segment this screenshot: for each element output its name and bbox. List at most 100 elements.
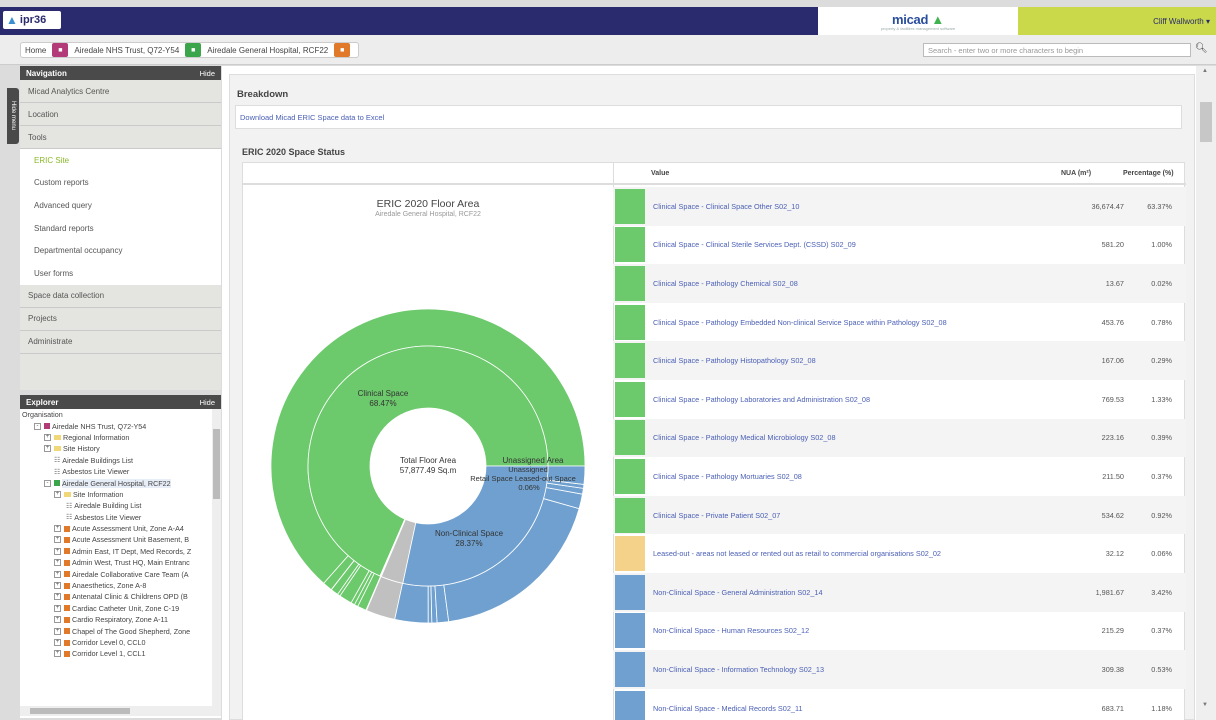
row-label-link[interactable]: Clinical Space - Pathology Mortuaries S0… (653, 472, 1061, 481)
row-label-link[interactable]: Clinical Space - Pathology Histopatholog… (653, 356, 1061, 365)
col-header-nua[interactable]: NUA (m²) (1061, 170, 1091, 177)
tree-row[interactable]: + Admin East, IT Dept, Med Records, Z (20, 546, 212, 557)
nav-sub-departmental-occupancy[interactable]: Departmental occupancy (20, 239, 221, 262)
row-label-link[interactable]: Non-Clinical Space - Medical Records S02… (653, 704, 1061, 713)
tree-row[interactable]: ☷ Airedale Building List (20, 500, 212, 511)
scrollbar-thumb[interactable] (1200, 102, 1212, 142)
tree-row[interactable]: + Acute Assessment Unit, Zone A-A4 (20, 523, 212, 534)
expand-icon[interactable]: + (54, 639, 61, 646)
row-label-link[interactable]: Non-Clinical Space - General Administrat… (653, 588, 1061, 597)
row-label-link[interactable]: Clinical Space - Clinical Space Other S0… (653, 202, 1061, 211)
col-header-percentage[interactable]: Percentage (%) (1123, 170, 1174, 177)
expand-icon[interactable]: + (54, 570, 61, 578)
nav-item-location[interactable]: Location (20, 103, 221, 126)
explorer-hide-button[interactable]: Hide (200, 398, 215, 407)
tree-row[interactable]: - Airedale General Hospital, RCF22 (20, 477, 212, 488)
expand-icon[interactable]: + (54, 490, 61, 498)
ipr36-logo[interactable]: ▲ ipr36 (3, 11, 61, 29)
col-header-value[interactable]: Value (651, 170, 669, 177)
table-row[interactable]: Non-Clinical Space - General Administrat… (613, 573, 1186, 612)
site-icon[interactable]: ■ (185, 43, 202, 57)
scrollbar-thumb[interactable] (213, 429, 220, 499)
tree-row[interactable]: Organisation (20, 409, 212, 420)
scrollbar-thumb[interactable] (30, 708, 130, 714)
user-menu[interactable]: Cliff Wallworth ▾ (1018, 7, 1216, 35)
expand-icon[interactable]: + (54, 593, 61, 601)
tree-row[interactable]: + Cardio Respiratory, Zone A-11 (20, 614, 212, 625)
expand-icon[interactable]: + (54, 627, 61, 635)
tree-row[interactable]: + Antenatal Clinic & Childrens OPD (B (20, 591, 212, 602)
expand-icon[interactable]: + (54, 536, 61, 544)
tree-row[interactable]: ☷ Asbestos Lite Viewer (20, 466, 212, 477)
row-label-link[interactable]: Clinical Space - Clinical Sterile Servic… (653, 240, 1061, 249)
table-row[interactable]: Non-Clinical Space - Information Technol… (613, 650, 1186, 689)
breadcrumb-trust[interactable]: Airedale NHS Trust, Q72-Y54 (70, 46, 183, 55)
tree-row[interactable]: + Corridor Level 1, CCL1 (20, 648, 212, 659)
row-label-link[interactable]: Clinical Space - Pathology Laboratories … (653, 395, 1061, 404)
nav-sub-custom-reports[interactable]: Custom reports (20, 171, 221, 195)
tree-row[interactable]: - Airedale NHS Trust, Q72-Y54 (20, 420, 212, 431)
expand-icon[interactable]: + (54, 604, 61, 612)
tree-row[interactable]: + Regional Information (20, 432, 212, 443)
navigation-hide-button[interactable]: Hide (200, 69, 215, 78)
nav-item-space-data-collection[interactable]: Space data collection (20, 284, 221, 308)
table-row[interactable]: Clinical Space - Pathology Medical Micro… (613, 418, 1186, 458)
table-row[interactable]: Clinical Space - Pathology Histopatholog… (613, 341, 1186, 380)
table-row[interactable]: Clinical Space - Clinical Space Other S0… (613, 187, 1186, 226)
explorer-horizontal-scrollbar[interactable] (20, 706, 221, 716)
expand-icon[interactable]: + (54, 547, 61, 555)
table-row[interactable]: Clinical Space - Pathology Mortuaries S0… (613, 457, 1186, 496)
expand-icon[interactable]: + (44, 445, 51, 453)
tree-row[interactable]: ☷ Asbestos Lite Viewer (20, 512, 212, 523)
tree-row[interactable]: + Corridor Level 0, CCL0 (20, 637, 212, 648)
nav-item-micad-analytics[interactable]: Micad Analytics Centre (20, 80, 221, 103)
breadcrumb-hospital[interactable]: Airedale General Hospital, RCF22 (203, 46, 332, 55)
explorer-vertical-scrollbar[interactable] (212, 409, 221, 706)
table-row[interactable]: Clinical Space - Pathology Chemical S02_… (613, 264, 1186, 303)
table-row[interactable]: Clinical Space - Clinical Sterile Servic… (613, 226, 1186, 265)
expand-icon[interactable]: + (54, 616, 61, 624)
main-scrollbar[interactable]: ▲ ▼ (1196, 66, 1216, 720)
expand-icon[interactable]: + (44, 433, 51, 441)
expand-icon[interactable]: + (54, 525, 61, 533)
tree-row[interactable]: + Cardiac Catheter Unit, Zone C-19 (20, 603, 212, 614)
search-icon[interactable]: 🔍︎ (1195, 43, 1208, 54)
tree-row[interactable]: + Admin West, Trust HQ, Main Entranc (20, 557, 212, 568)
nav-item-projects[interactable]: Projects (20, 307, 221, 331)
table-row[interactable]: Clinical Space - Pathology Laboratories … (613, 380, 1186, 419)
table-row[interactable]: Non-Clinical Space - Medical Records S02… (613, 689, 1186, 720)
tree-row[interactable]: + Airedale Collaborative Care Team (A (20, 568, 212, 579)
tree-row[interactable]: ☷ Airedale Buildings List (20, 455, 212, 466)
nav-sub-user-forms[interactable]: User forms (20, 261, 221, 285)
table-row[interactable]: Leased-out - areas not leased or rented … (613, 534, 1186, 573)
row-label-link[interactable]: Clinical Space - Pathology Medical Micro… (653, 433, 1061, 442)
breadcrumb-home[interactable]: Home (21, 46, 50, 55)
collapse-icon[interactable]: - (44, 479, 51, 487)
expand-icon[interactable]: + (54, 559, 61, 567)
nav-sub-eric-site[interactable]: ERIC Site (20, 149, 221, 172)
download-excel-link[interactable]: Download Micad ERIC Space data to Excel (240, 113, 384, 122)
nav-item-administrate[interactable]: Administrate (20, 330, 221, 354)
building-icon[interactable]: ■ (334, 43, 351, 57)
row-label-link[interactable]: Non-Clinical Space - Human Resources S02… (653, 626, 1061, 635)
table-row[interactable]: Clinical Space - Private Patient S02_07 5… (613, 495, 1186, 535)
row-label-link[interactable]: Leased-out - areas not leased or rented … (653, 549, 1061, 558)
tree-row[interactable]: + Anaesthetics, Zone A-8 (20, 580, 212, 591)
row-label-link[interactable]: Non-Clinical Space - Information Technol… (653, 665, 1061, 674)
tree-row[interactable]: + Chapel of The Good Shepherd, Zone (20, 625, 212, 636)
table-row[interactable]: Clinical Space - Pathology Embedded Non-… (613, 303, 1186, 342)
tree-row[interactable]: + Site Information (20, 489, 212, 500)
row-label-link[interactable]: Clinical Space - Pathology Chemical S02_… (653, 279, 1061, 288)
search-input[interactable]: Search - enter two or more characters to… (923, 43, 1191, 57)
nav-item-tools[interactable]: Tools (20, 126, 221, 149)
row-label-link[interactable]: Clinical Space - Private Patient S02_07 (653, 511, 1061, 520)
trust-icon[interactable]: ■ (52, 43, 69, 57)
scroll-down-icon[interactable]: ▼ (1202, 702, 1208, 708)
collapse-icon[interactable]: - (34, 422, 41, 430)
expand-icon[interactable]: + (54, 650, 61, 658)
nav-sub-advanced-query[interactable]: Advanced query (20, 194, 221, 217)
hide-menu-tab[interactable]: Hide menu (7, 88, 19, 144)
tree-row[interactable]: + Acute Assessment Unit Basement, B (20, 534, 212, 545)
nav-sub-standard-reports[interactable]: Standard reports (20, 216, 221, 240)
expand-icon[interactable]: + (54, 582, 61, 590)
